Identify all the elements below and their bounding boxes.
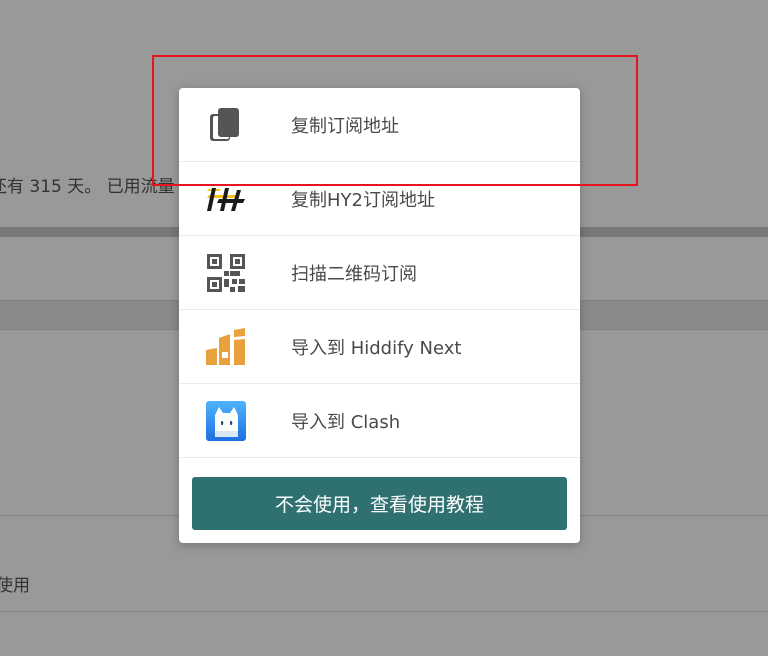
copy-subscription-url-label: 复制订阅地址	[291, 115, 399, 137]
clash-cat-icon	[205, 400, 247, 442]
import-hiddify-next-label: 导入到 Hiddify Next	[291, 337, 462, 359]
scan-qr-code-item[interactable]: 扫描二维码订阅	[179, 236, 580, 310]
hiddify-logo-icon	[205, 326, 247, 368]
copy-icon	[205, 104, 247, 146]
copy-hy2-subscription-url-item[interactable]: 复制HY2订阅地址	[179, 162, 580, 236]
import-clash-item[interactable]: 导入到 Clash	[179, 384, 580, 458]
copy-hy2-subscription-url-label: 复制HY2订阅地址	[291, 189, 435, 211]
subscription-import-modal: 复制订阅地址 复制HY2订阅地址 扫描二维码订阅 导入到 Hiddify Nex…	[179, 88, 580, 543]
hysteria-logo-icon	[205, 178, 247, 220]
view-tutorial-button[interactable]: 不会使用，查看使用教程	[192, 477, 567, 530]
qr-code-icon	[205, 252, 247, 294]
import-clash-label: 导入到 Clash	[291, 411, 401, 433]
scan-qr-code-label: 扫描二维码订阅	[291, 263, 417, 285]
import-hiddify-next-item[interactable]: 导入到 Hiddify Next	[179, 310, 580, 384]
copy-subscription-url-item[interactable]: 复制订阅地址	[179, 88, 580, 162]
